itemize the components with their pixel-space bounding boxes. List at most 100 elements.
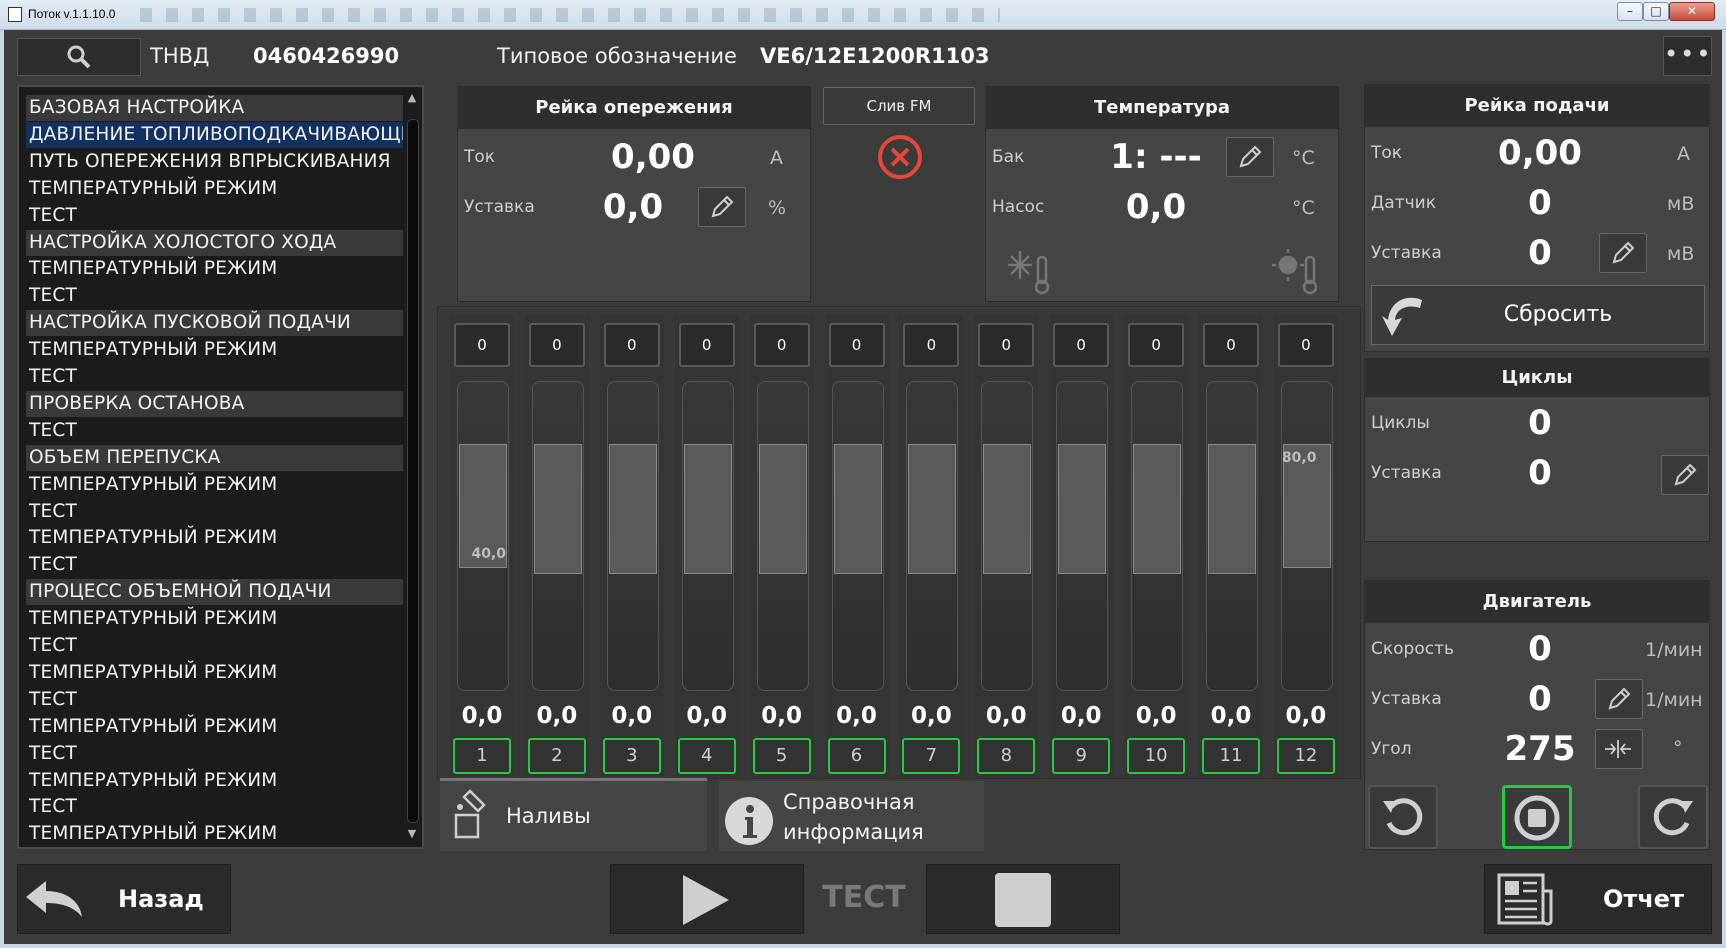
list-item[interactable]: ДАВЛЕНИЕ ТОПЛИВОПОДКАЧИВАЮЩЕГО НАСОСА xyxy=(26,121,403,148)
back-arrow-icon xyxy=(26,881,82,917)
list-section-header[interactable]: ПРОЦЕСС ОБЪЕМНОЙ ПОДАЧИ xyxy=(26,579,403,606)
advance-setpoint-label: Уставка xyxy=(464,197,535,217)
list-item[interactable]: ТЕМПЕРАТУРНЫЙ РЕЖИМ xyxy=(26,660,403,686)
channel-number-button[interactable]: 3 xyxy=(602,738,661,774)
feed-setpoint-edit-button[interactable] xyxy=(1599,233,1647,273)
list-item[interactable]: ТЕСТ xyxy=(26,794,403,820)
channel-top-value[interactable]: 0 xyxy=(1277,323,1334,367)
channel-top-value[interactable]: 0 xyxy=(753,323,810,367)
list-item[interactable]: ТЕСТ xyxy=(26,552,403,578)
channel-band-marker: 40,0 xyxy=(471,546,506,562)
advance-setpoint-edit-button[interactable] xyxy=(698,187,746,227)
list-scrollbar[interactable]: ▲ ▼ xyxy=(404,91,420,843)
list-item[interactable]: ПУТЬ ОПЕРЕЖЕНИЯ ВПРЫСКИВАНИЯ xyxy=(26,149,403,175)
cycles-setpoint-value: 0 xyxy=(1528,453,1552,493)
drain-fm-button[interactable]: Слив FM xyxy=(823,87,975,125)
channel-number-button[interactable]: 10 xyxy=(1127,738,1186,774)
list-section-header[interactable]: ПРОВЕРКА ОСТАНОВА xyxy=(26,390,403,417)
channel-number-button[interactable]: 6 xyxy=(827,738,886,774)
channel-track xyxy=(906,381,959,691)
channel-number-button[interactable]: 7 xyxy=(902,738,961,774)
list-item[interactable]: ТЕМПЕРАТУРНЫЙ РЕЖИМ xyxy=(26,256,403,282)
list-section-header[interactable]: НАСТРОЙКА ХОЛОСТОГО ХОДА xyxy=(26,229,403,256)
list-item[interactable]: ТЕСТ xyxy=(26,687,403,713)
list-item[interactable]: ТЕСТ xyxy=(26,203,403,229)
list-item[interactable]: ТЕМПЕРАТУРНЫЙ РЕЖИМ xyxy=(26,606,403,632)
channel-number-button[interactable]: 1 xyxy=(453,738,511,774)
list-item[interactable]: ТЕСТ xyxy=(26,364,403,390)
report-button[interactable]: Отчет xyxy=(1484,864,1712,934)
list-item[interactable]: ТЕМПЕРАТУРНЫЙ РЕЖИМ xyxy=(26,768,403,794)
engine-stop-button[interactable] xyxy=(1502,785,1572,849)
back-button[interactable]: Назад xyxy=(17,864,231,934)
list-item[interactable]: ТЕСТ xyxy=(26,283,403,309)
channel-top-value[interactable]: 0 xyxy=(528,323,585,367)
channel-track xyxy=(531,381,584,691)
list-section-header[interactable]: БАЗОВАЯ НАСТРОЙКА xyxy=(26,95,403,121)
list-item[interactable]: ТЕСТ xyxy=(26,499,403,525)
channel-number-button[interactable]: 2 xyxy=(527,738,586,774)
cycles-setpoint-edit-button[interactable] xyxy=(1661,455,1709,495)
channel-number-button[interactable]: 11 xyxy=(1202,738,1260,774)
channel-track xyxy=(1056,381,1109,691)
list-item[interactable]: ТЕСТ xyxy=(26,418,403,444)
more-button[interactable]: ••• xyxy=(1663,36,1712,76)
pump-number: 0460426990 xyxy=(253,44,400,68)
engine-angle-unit: ° xyxy=(1673,737,1683,759)
channel-top-value[interactable]: 0 xyxy=(978,323,1035,367)
channel-track: 80,0 xyxy=(1280,381,1333,691)
list-item[interactable]: ТЕМПЕРАТУРНЫЙ РЕЖИМ xyxy=(26,337,403,363)
engine-setpoint-value: 0 xyxy=(1528,679,1552,719)
angle-align-button[interactable] xyxy=(1595,729,1643,769)
minimize-button[interactable]: – xyxy=(1617,2,1643,21)
list-item[interactable]: ТЕМПЕРАТУРНЫЙ РЕЖИМ xyxy=(26,714,403,740)
channel-top-value[interactable]: 0 xyxy=(603,323,660,367)
tab-fills[interactable]: Наливы xyxy=(440,778,707,851)
scroll-down-arrow-icon[interactable]: ▼ xyxy=(406,827,418,841)
scrollbar-thumb[interactable] xyxy=(407,119,419,823)
engine-setpoint-edit-button[interactable] xyxy=(1595,679,1643,719)
channel-top-value[interactable]: 0 xyxy=(1128,323,1185,367)
close-window-button[interactable]: ✕ xyxy=(1669,2,1715,21)
engine-title: Двигатель xyxy=(1365,581,1709,623)
list-item[interactable]: ТЕСТ xyxy=(26,633,403,659)
scroll-up-arrow-icon[interactable]: ▲ xyxy=(406,91,418,105)
engine-angle-value: 275 xyxy=(1504,729,1576,769)
list-item[interactable]: ТЕМПЕРАТУРНЫЙ РЕЖИМ xyxy=(26,525,403,551)
channel-top-value[interactable]: 0 xyxy=(1053,323,1110,367)
tab-info[interactable]: Справочная информация xyxy=(719,781,984,851)
tank-edit-button[interactable] xyxy=(1226,137,1274,177)
channel-tolerance-band xyxy=(533,444,582,575)
channel-number-button[interactable]: 8 xyxy=(977,738,1036,774)
advance-setpoint-unit: % xyxy=(768,197,787,219)
channel-number-button[interactable]: 12 xyxy=(1276,738,1335,774)
cycles-setpoint-label: Уставка xyxy=(1371,463,1442,483)
play-button[interactable] xyxy=(610,864,804,934)
feed-sensor-label: Датчик xyxy=(1371,193,1436,213)
list-section-header[interactable]: НАСТРОЙКА ПУСКОВОЙ ПОДАЧИ xyxy=(26,310,403,337)
rotate-right-button[interactable] xyxy=(1638,785,1708,849)
rotate-left-button[interactable] xyxy=(1368,785,1438,849)
list-item[interactable]: ТЕМПЕРАТУРНЫЙ РЕЖИМ xyxy=(26,821,403,847)
channel-top-value[interactable]: 0 xyxy=(678,323,735,367)
search-button[interactable] xyxy=(17,38,141,76)
stop-square-icon xyxy=(995,873,1051,927)
channel-top-value[interactable]: 0 xyxy=(828,323,885,367)
maximize-button[interactable]: □ xyxy=(1643,2,1669,21)
channel-top-value[interactable]: 0 xyxy=(1203,323,1259,367)
channel-measured-value: 0,0 xyxy=(1210,703,1252,729)
channel-number-button[interactable]: 9 xyxy=(1052,738,1111,774)
stop-button[interactable] xyxy=(926,864,1120,934)
feed-setpoint-value: 0 xyxy=(1528,233,1552,273)
list-item[interactable]: ТЕСТ xyxy=(26,741,403,767)
list-section-header[interactable]: ОБЪЕМ ПЕРЕПУСКА xyxy=(26,444,403,471)
channel-number-button[interactable]: 4 xyxy=(677,738,736,774)
type-label: Типовое обозначение xyxy=(497,44,737,68)
channel-top-value[interactable]: 0 xyxy=(903,323,960,367)
list-item[interactable]: ТЕМПЕРАТУРНЫЙ РЕЖИМ xyxy=(26,472,403,498)
reset-button[interactable]: Сбросить xyxy=(1371,285,1705,345)
channel-number-button[interactable]: 5 xyxy=(752,738,811,774)
channel-top-value[interactable]: 0 xyxy=(454,323,510,367)
channel-measured-value: 0,0 xyxy=(761,703,802,729)
list-item[interactable]: ТЕМПЕРАТУРНЫЙ РЕЖИМ xyxy=(26,176,403,202)
